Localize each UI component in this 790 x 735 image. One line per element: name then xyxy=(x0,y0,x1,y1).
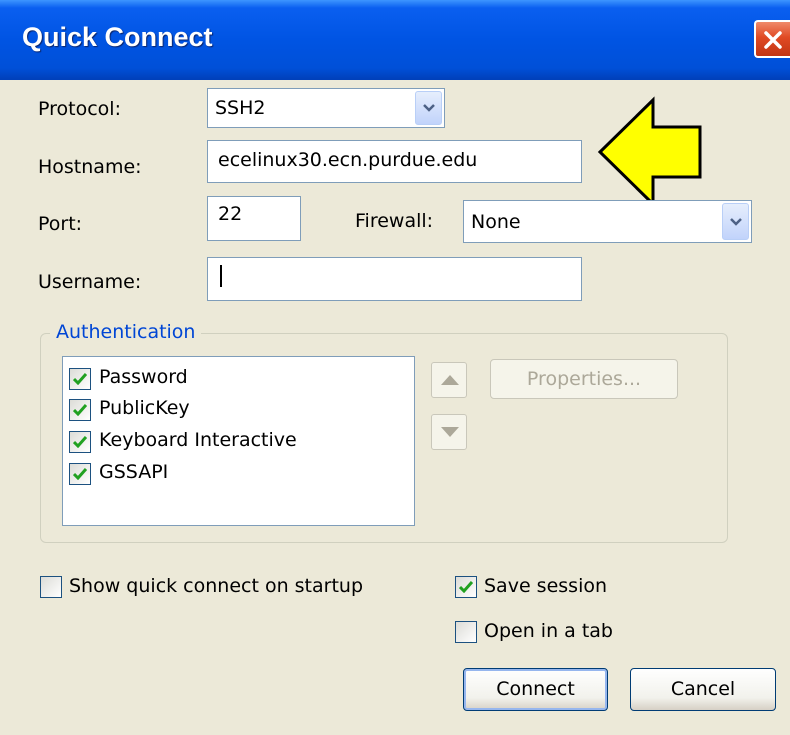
authentication-legend: Authentication xyxy=(50,321,202,343)
hostname-label: Hostname: xyxy=(38,156,142,178)
move-down-button[interactable] xyxy=(431,414,467,450)
username-field[interactable] xyxy=(207,257,582,301)
cancel-button[interactable]: Cancel xyxy=(630,668,776,711)
firewall-dropdown-button[interactable] xyxy=(722,203,749,240)
protocol-value: SSH2 xyxy=(215,97,266,119)
properties-button[interactable]: Properties... xyxy=(490,359,678,399)
close-button[interactable] xyxy=(754,20,790,58)
hostname-field[interactable]: ecelinux30.ecn.purdue.edu xyxy=(207,140,582,183)
protocol-dropdown-button[interactable] xyxy=(415,91,442,125)
text-caret xyxy=(220,265,222,287)
port-label: Port: xyxy=(38,213,83,235)
gssapi-checkbox[interactable] xyxy=(69,463,91,485)
keyboard-interactive-checkbox[interactable] xyxy=(69,431,91,453)
window-title: Quick Connect xyxy=(22,22,213,52)
save-session-label: Save session xyxy=(484,575,608,597)
list-item-label: Keyboard Interactive xyxy=(99,429,297,451)
move-up-button[interactable] xyxy=(431,362,467,398)
firewall-select[interactable]: None xyxy=(463,200,752,243)
save-session-checkbox[interactable] xyxy=(455,576,477,598)
list-item-label: GSSAPI xyxy=(99,461,169,483)
quick-connect-dialog: Quick Connect Protocol: SSH2 Hostname: e… xyxy=(0,0,790,735)
list-item-label: PublicKey xyxy=(99,397,190,419)
show-on-startup-label: Show quick connect on startup xyxy=(69,575,364,597)
title-bar[interactable]: Quick Connect xyxy=(0,0,790,80)
username-label: Username: xyxy=(38,271,142,293)
firewall-value: None xyxy=(471,211,521,233)
show-on-startup-checkbox[interactable] xyxy=(40,576,62,598)
left-arrow-icon xyxy=(596,96,706,213)
list-item-label: Password xyxy=(99,366,188,388)
password-checkbox[interactable] xyxy=(69,368,91,390)
protocol-label: Protocol: xyxy=(38,98,121,120)
firewall-label: Firewall: xyxy=(355,210,434,232)
open-in-tab-checkbox[interactable] xyxy=(455,621,477,643)
protocol-select[interactable]: SSH2 xyxy=(207,88,445,128)
authentication-methods-list[interactable]: Password PublicKey Keyboard Interactive … xyxy=(62,356,415,526)
publickey-checkbox[interactable] xyxy=(69,399,91,421)
port-field[interactable]: 22 xyxy=(207,196,301,241)
open-in-tab-label: Open in a tab xyxy=(484,620,613,642)
connect-button[interactable]: Connect xyxy=(463,668,608,711)
